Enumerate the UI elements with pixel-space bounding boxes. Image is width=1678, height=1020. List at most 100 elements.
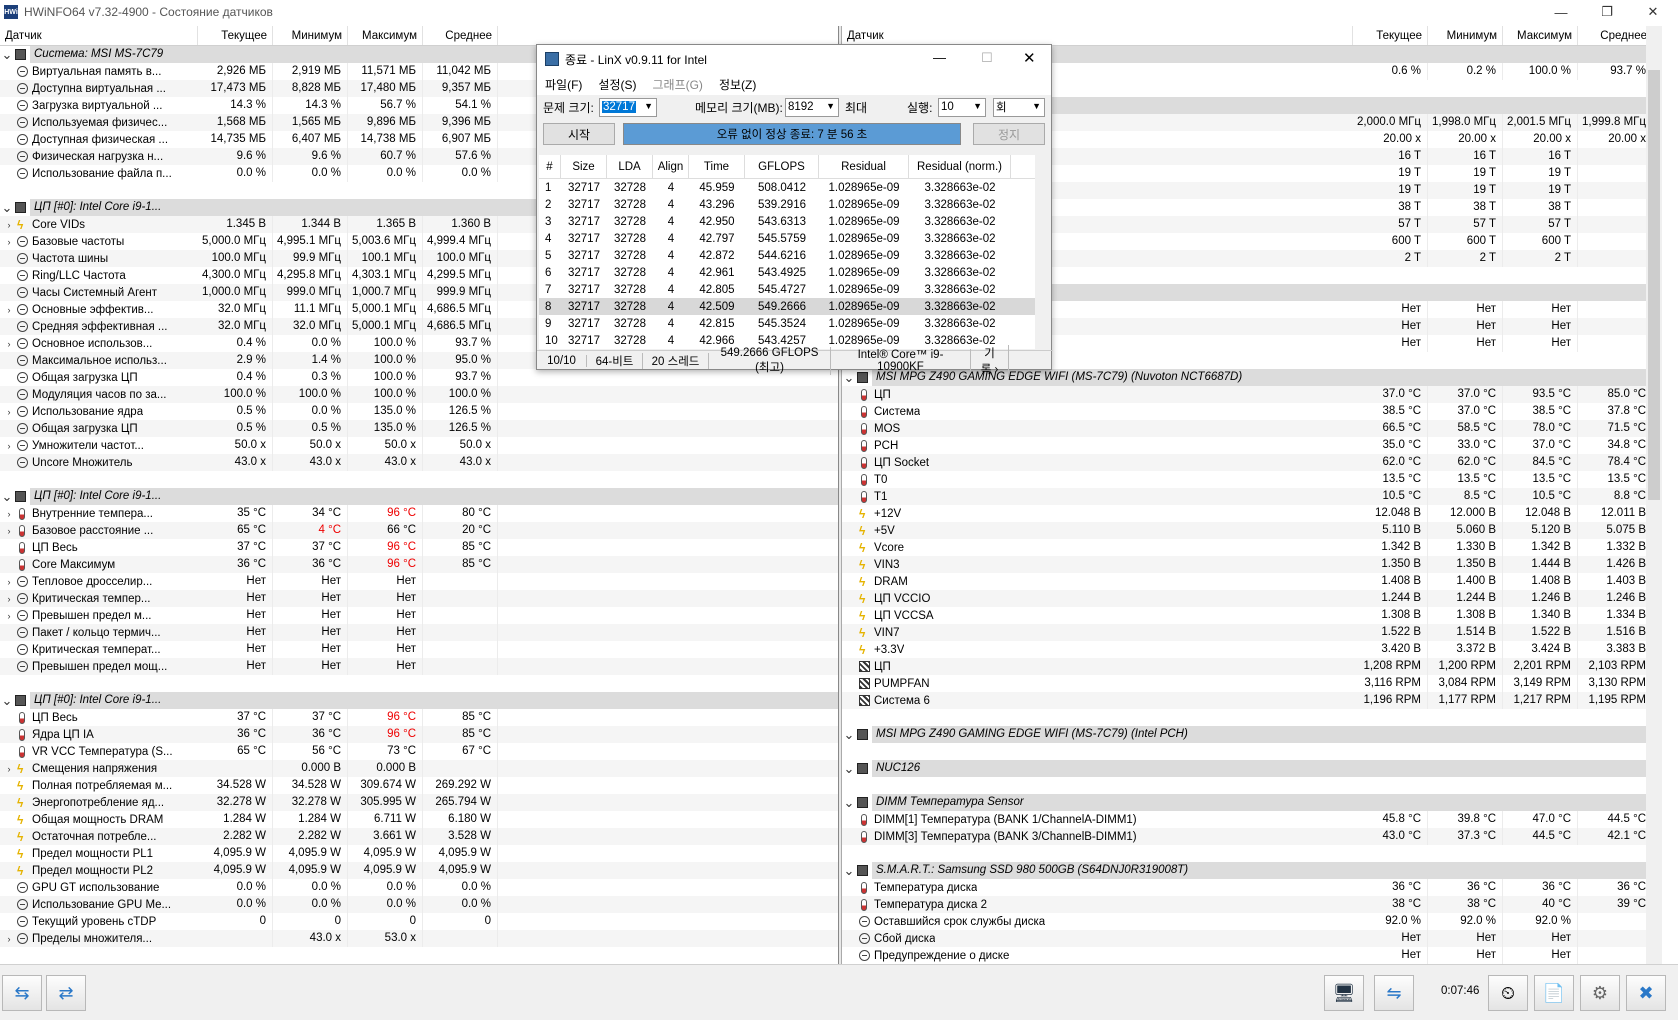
sensor-row[interactable]: Система 38.5 °C 37.0 °C 38.5 °C 37.8 °C (842, 403, 1662, 420)
menu-info[interactable]: 정보(Z) (719, 76, 756, 93)
linx-status-cell[interactable]: 기록 › (971, 344, 1009, 377)
chevron-right-icon[interactable]: › (2, 526, 16, 536)
sensor-row[interactable]: Общая загрузка ЦП 0.5 % 0.5 % 135.0 % 126.5 … (0, 420, 838, 437)
sensor-row[interactable]: Текущий уровень cTDP 0 0 0 0 (0, 913, 838, 930)
sensor-row[interactable]: Core Максимум 36 °C 36 °C 96 °C 85 °C (0, 556, 838, 573)
sensor-row[interactable]: ϟ Предел мощности PL2 4,095.9 W 4,095.9 W 4,… (0, 862, 838, 879)
sensor-row[interactable]: VR VCC Температура (S... 65 °C 56 °C 73 °C 6… (0, 743, 838, 760)
scrollbar-thumb[interactable] (1648, 70, 1660, 500)
monitor-icon[interactable]: 🖥 (1324, 975, 1364, 1011)
start-button[interactable]: 시작 (543, 123, 615, 145)
sensor-row[interactable]: Система 6 1,196 RPM 1,177 RPM 1,217 RPM 1,19… (842, 692, 1662, 709)
linx-maximize-button[interactable]: ☐ (981, 50, 993, 66)
sensor-row[interactable]: › Пределы множителя... 43.0 x 53.0 x (0, 930, 838, 947)
sensor-row[interactable]: Uncore Множитель 43.0 x 43.0 x 43.0 x 43.0 x (0, 454, 838, 471)
linx-minimize-button[interactable]: — (933, 50, 946, 65)
results-row[interactable]: 2 32717 32728 4 43.296 539.2916 1.028965e-09 3.… (539, 196, 1035, 213)
results-col-header[interactable]: Residual (819, 154, 909, 179)
header-sensor[interactable]: Датчик (0, 26, 198, 45)
sensor-row[interactable]: › Тепловое дросселир... Нет Нет Нет (0, 573, 838, 590)
results-row[interactable]: 7 32717 32728 4 42.805 545.4727 1.028965e-09 3.… (539, 281, 1035, 298)
sensor-row[interactable]: ЦП Весь 37 °C 37 °C 96 °C 85 °C (0, 539, 838, 556)
sensor-row[interactable]: ϟ +5V 5.110 В 5.060 В 5.120 В 5.075 В (842, 522, 1662, 539)
results-col-header[interactable]: LDA (607, 154, 653, 179)
sensor-row[interactable]: › Базовое расстояние ... 65 °C 4 °C 66 °C 20 … (0, 522, 838, 539)
chevron-down-icon[interactable]: ⌄ (842, 761, 856, 777)
sensor-row[interactable]: PCH 35.0 °C 33.0 °C 37.0 °C 34.8 °C (842, 437, 1662, 454)
results-col-header[interactable]: GFLOPS (745, 154, 819, 179)
restore-button[interactable]: ❐ (1584, 0, 1630, 24)
header-max[interactable]: Максимум (348, 26, 423, 45)
results-row[interactable]: 4 32717 32728 4 42.797 545.5759 1.028965e-09 3.… (539, 230, 1035, 247)
chevron-right-icon[interactable]: › (2, 305, 16, 315)
header-min[interactable]: Минимум (273, 26, 348, 45)
problem-size-combo[interactable]: 32717 ▼ (599, 97, 657, 117)
sensor-row[interactable]: DIMM[3] Температура (BANK 3/ChannelB-DIM… (842, 828, 1662, 845)
header-avg[interactable]: Среднее (423, 26, 498, 45)
header-current[interactable]: Текущее (198, 26, 273, 45)
sensor-row[interactable]: MOS 66.5 °C 58.5 °C 78.0 °C 71.5 °C (842, 420, 1662, 437)
chevron-down-icon[interactable]: ⌄ (842, 795, 856, 811)
sensor-row[interactable]: ϟ Общая мощность DRAM 1.284 W 1.284 W 6.711 … (0, 811, 838, 828)
sensor-group-header[interactable]: ⌄ DIMM Температура Sensor (842, 794, 1662, 811)
sensor-row[interactable]: ϟ VIN7 1.522 В 1.514 В 1.522 В 1.516 В (842, 624, 1662, 641)
chevron-right-icon[interactable]: › (2, 594, 16, 604)
chevron-down-icon[interactable]: ⌄ (0, 489, 14, 505)
memory-combo[interactable]: 8192 ▼ (785, 97, 839, 117)
sensor-row[interactable]: › Превышен предел м... Нет Нет Нет (0, 607, 838, 624)
sensor-row[interactable]: ϟ Полная потребляемая м... 34.528 W 34.528 … (0, 777, 838, 794)
sensor-row[interactable]: ϟ Vcore 1.342 В 1.330 В 1.342 В 1.332 В (842, 539, 1662, 556)
sensor-row[interactable]: ЦП Весь 37 °C 37 °C 96 °C 85 °C (0, 709, 838, 726)
clock-icon[interactable]: ⏲ (1488, 975, 1528, 1011)
sensor-row[interactable]: ϟ Предел мощности PL1 4,095.9 W 4,095.9 W 4,… (0, 845, 838, 862)
header-current[interactable]: Текущее (1353, 26, 1428, 45)
sensor-row[interactable]: T0 13.5 °C 13.5 °C 13.5 °C 13.5 °C (842, 471, 1662, 488)
chevron-down-icon[interactable]: ⌄ (0, 47, 14, 63)
results-col-header[interactable]: # (539, 154, 561, 179)
stop-button[interactable]: 정지 (973, 123, 1045, 145)
sensor-row[interactable]: Модуляция часов по за... 100.0 % 100.0 % 10… (0, 386, 838, 403)
results-row[interactable]: 5 32717 32728 4 42.872 544.6216 1.028965e-09 3.… (539, 247, 1035, 264)
results-row[interactable]: 6 32717 32728 4 42.961 543.4925 1.028965e-09 3.… (539, 264, 1035, 281)
chevron-right-icon[interactable]: › (2, 577, 16, 587)
sensor-row[interactable]: Температура диска 36 °C 36 °C 36 °C 36 °C (842, 879, 1662, 896)
runs-unit-combo[interactable]: 회 ▼ (993, 97, 1045, 117)
chevron-right-icon[interactable]: › (2, 407, 16, 417)
close-button[interactable]: ✕ (1630, 0, 1676, 24)
sensor-group-header[interactable]: ⌄ MSI MPG Z490 GAMING EDGE WIFI (MS-7C79)… (842, 726, 1662, 743)
sensor-row[interactable]: ϟ Остаточная потребле... 2.282 W 2.282 W 3.6… (0, 828, 838, 845)
max-label[interactable]: 최대 (845, 99, 867, 116)
results-col-header[interactable]: Size (561, 154, 607, 179)
header-min[interactable]: Минимум (1428, 26, 1503, 45)
menu-graph[interactable]: 그래프(G) (652, 76, 702, 93)
sensor-row[interactable]: ϟ +3.3V 3.420 В 3.372 В 3.424 В 3.383 В (842, 641, 1662, 658)
sensor-row[interactable]: Пакет / кольцо термич... Нет Нет Нет (0, 624, 838, 641)
add-log-icon[interactable]: 📄 (1534, 975, 1574, 1011)
sensor-row[interactable]: › Внутренние темпера... 35 °C 34 °C 96 °C 80 … (0, 505, 838, 522)
close-icon[interactable]: ✖ (1626, 975, 1666, 1011)
sensor-row[interactable]: Превышен предел мощ... Нет Нет Нет (0, 658, 838, 675)
sensor-row[interactable]: Оставшийся срок службы диска 92.0 % 92.0 %… (842, 913, 1662, 930)
chevron-down-icon[interactable]: ⌄ (842, 863, 856, 879)
sensor-row[interactable]: ϟ Энергопотребление яд... 32.278 W 32.278 W… (0, 794, 838, 811)
header-max[interactable]: Максимум (1503, 26, 1578, 45)
chevron-right-icon[interactable]: › (2, 509, 16, 519)
results-row[interactable]: 9 32717 32728 4 42.815 545.3524 1.028965e-09 3.… (539, 315, 1035, 332)
chevron-right-icon[interactable]: › (2, 934, 16, 944)
sensor-row[interactable]: Температура диска 2 38 °C 38 °C 40 °C 39 °C (842, 896, 1662, 913)
results-row[interactable]: 1 32717 32728 4 45.959 508.0412 1.028965e-09 3.… (539, 179, 1035, 196)
header-avg[interactable]: Среднее (1578, 26, 1653, 45)
sensor-row[interactable]: ЦП 1,208 RPM 1,200 RPM 2,201 RPM 2,103 RPM (842, 658, 1662, 675)
chevron-right-icon[interactable]: › (2, 441, 16, 451)
gear-icon[interactable]: ⚙ (1580, 975, 1620, 1011)
sensor-row[interactable]: › Критическая темпер... Нет Нет Нет (0, 590, 838, 607)
sensor-group-header[interactable]: ⌄ NUC126 (842, 760, 1662, 777)
sensor-row[interactable]: Предупреждение о диске Нет Нет Нет (842, 947, 1662, 964)
linx-close-button[interactable]: ✕ (1023, 49, 1036, 67)
results-col-header[interactable]: Time (689, 154, 745, 179)
sensor-row[interactable]: Сбой диска Нет Нет Нет (842, 930, 1662, 947)
chevron-right-icon[interactable]: › (2, 764, 16, 774)
sensor-row[interactable]: ϟ +12V 12.048 В 12.000 В 12.048 В 12.011 В (842, 505, 1662, 522)
chevron-right-icon[interactable]: › (2, 339, 16, 349)
results-col-header[interactable]: Align (653, 154, 689, 179)
